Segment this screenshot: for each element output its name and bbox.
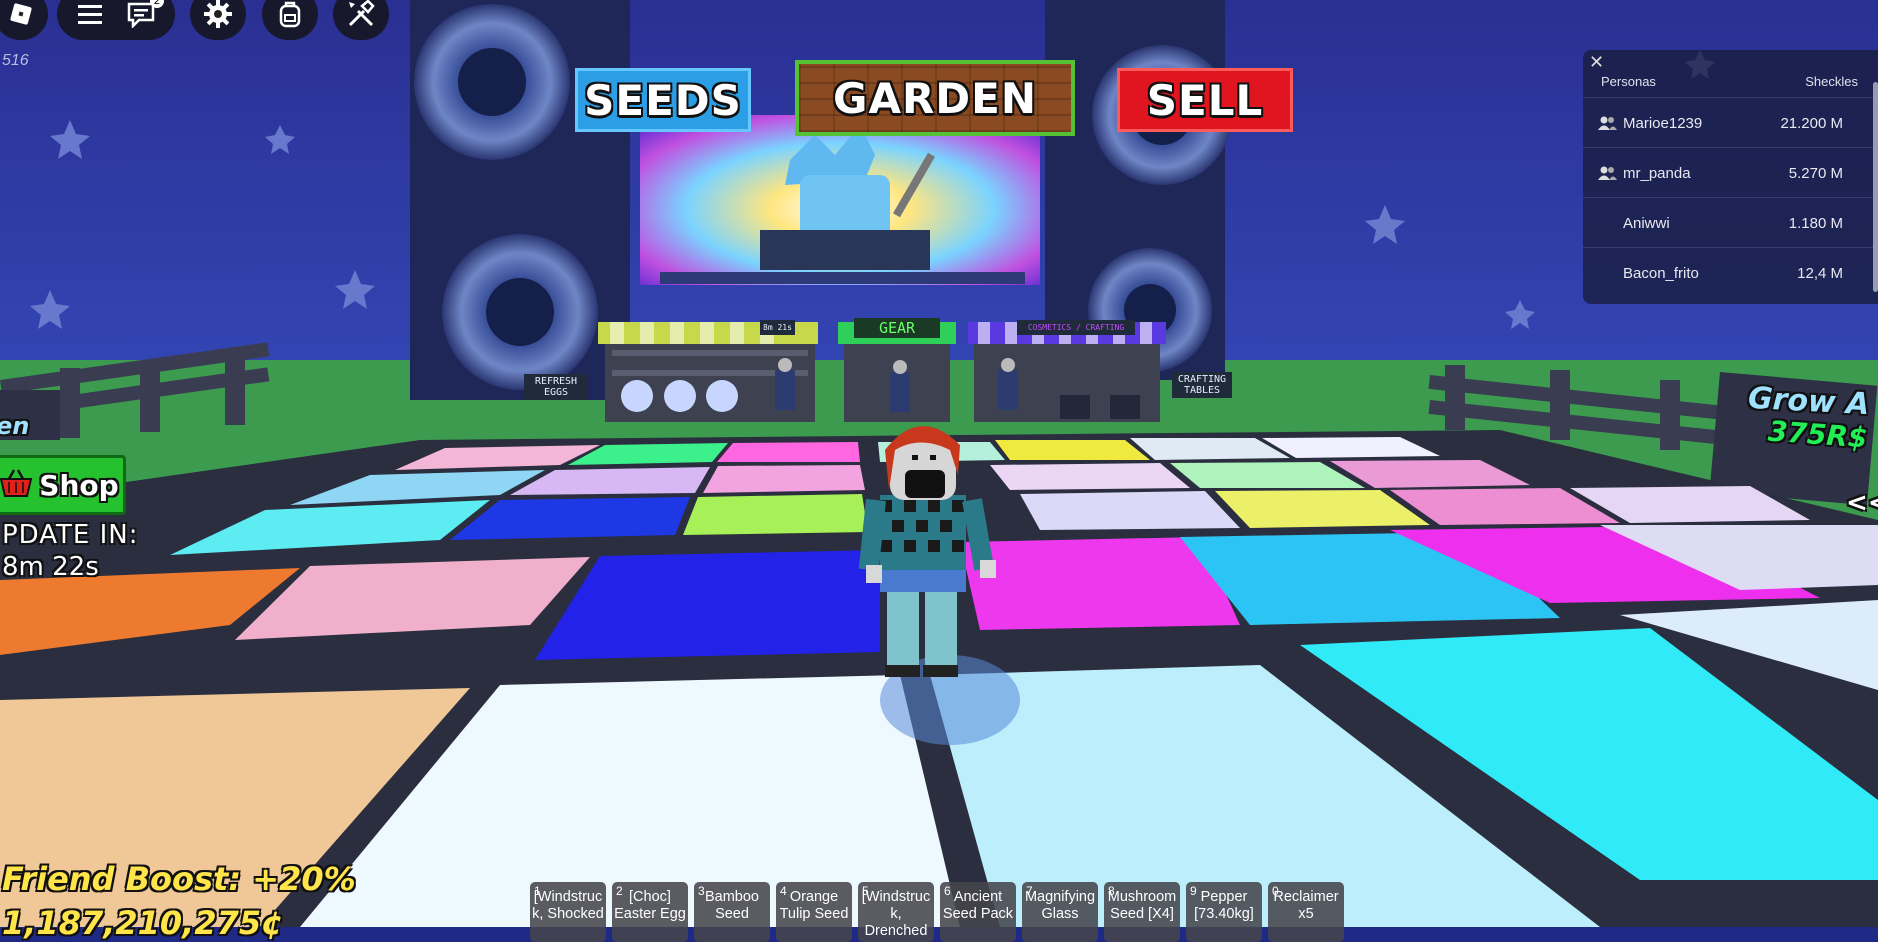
player-sheckles: 5.270 M (1788, 164, 1843, 182)
close-icon[interactable]: ✕ (1589, 52, 1604, 73)
fps-counter: 516 (2, 52, 29, 69)
slot-label: Magnifying Glass (1024, 889, 1096, 922)
player-name: Marioe1239 (1623, 114, 1703, 132)
leaderboard-players-header: Personas (1601, 74, 1656, 89)
leaderboard-scrollbar[interactable] (1873, 82, 1878, 292)
player-name: Aniwwi (1623, 214, 1670, 232)
hotbar-slot[interactable]: 5 [Windstruck, Drenched (858, 882, 934, 942)
crafting-tables-sign: CRAFTING TABLES (1172, 372, 1232, 398)
player-leaderboard: ✕ Personas Sheckles Marioe1239 21.200 M … (1583, 50, 1878, 304)
hotbar-slot[interactable]: 1 [Windstruck, Shocked (530, 882, 606, 942)
seeds-sign[interactable]: SEEDS (575, 68, 751, 132)
slot-label: [Windstruck, Drenched (861, 889, 931, 939)
hotbar-slot[interactable]: 4 Orange Tulip Seed (776, 882, 852, 942)
hotbar-slot[interactable]: 8 Mushroom Seed [X4] (1104, 882, 1180, 942)
side-panel-toggle[interactable]: << (1846, 488, 1878, 518)
player-sheckles: 1.180 M (1788, 214, 1843, 232)
slot-label: Ancient Seed Pack (942, 889, 1014, 922)
sell-sign[interactable]: SELL (1117, 68, 1293, 132)
update-in-label: PDATE IN: (2, 520, 139, 550)
toolbar-group: 2 (57, 0, 175, 40)
friend-icon (1597, 165, 1617, 185)
leaderboard-value-header: Sheckles (1805, 74, 1858, 89)
chat-icon[interactable]: 2 (126, 0, 164, 28)
backpack-icon (276, 0, 304, 29)
hotbar-slot[interactable]: 9 Pepper [73.40kg] (1186, 882, 1262, 942)
slot-label: Pepper [73.40kg] (1194, 889, 1254, 922)
shop-button[interactable]: Shop (0, 455, 126, 515)
shop-label: Shop (39, 468, 119, 502)
hotbar-slot[interactable]: 0 Reclaimer x5 (1268, 882, 1344, 942)
money-counter: 1,187,210,275¢ (2, 904, 284, 942)
grow-price-sign: 375R$ (1766, 414, 1869, 455)
slot-label: [Windstruck, Shocked (532, 889, 604, 922)
hamburger-menu-icon[interactable] (76, 2, 104, 26)
player-name: Bacon_frito (1623, 264, 1699, 282)
hotbar-slot[interactable]: 7 Magnifying Glass (1022, 882, 1098, 942)
garden-sign[interactable]: GARDEN (795, 60, 1075, 136)
leaderboard-row[interactable]: mr_panda 5.270 M (1583, 147, 1873, 198)
leaderboard-row[interactable]: Aniwwi 1.180 M (1583, 197, 1873, 248)
slot-label: Orange Tulip Seed (779, 889, 849, 922)
hotbar-slot[interactable]: 6 Ancient Seed Pack (940, 882, 1016, 942)
shopping-basket-icon (0, 468, 33, 503)
cosmetics-stall (968, 322, 1166, 422)
hotbar-slot[interactable]: 3 Bamboo Seed (694, 882, 770, 942)
gear-sign: GEAR (854, 318, 940, 338)
leaderboard-row[interactable]: Marioe1239 21.200 M (1583, 97, 1873, 148)
hotbar-slot[interactable]: 2 [Choc] Easter Egg (612, 882, 688, 942)
update-timer: 8m 22s (2, 552, 99, 582)
leaderboard-row[interactable]: Bacon_frito 12,4 M (1583, 247, 1873, 298)
build-tools-icon (345, 0, 377, 30)
seed-stall (598, 322, 818, 422)
player-name: mr_panda (1623, 164, 1691, 182)
friend-icon (1597, 115, 1617, 135)
left-sign-fragment: en (0, 412, 30, 440)
slot-label: [Choc] Easter Egg (614, 889, 686, 922)
stall-timer-sign: 8m 21s (760, 320, 795, 335)
roblox-menu-icon (8, 1, 34, 27)
slot-label: Bamboo Seed (704, 889, 759, 922)
chat-badge: 2 (150, 0, 164, 8)
slot-label: Mushroom Seed [X4] (1107, 889, 1177, 922)
hotbar: 1 [Windstruck, Shocked 2 [Choc] Easter Egg… (530, 882, 1344, 942)
player-sheckles: 12,4 M (1797, 264, 1843, 282)
settings-gear-icon (202, 0, 234, 30)
player-sheckles: 21.200 M (1780, 114, 1843, 132)
cosmetics-sign: COSMETICS / CRAFTING (1017, 320, 1135, 335)
slot-label: Reclaimer x5 (1273, 889, 1339, 922)
refresh-eggs-sign: REFRESH EGGS (524, 374, 588, 400)
grow-a-sign: Grow A (1747, 380, 1871, 423)
friend-boost-label: Friend Boost: +20% (2, 860, 356, 898)
